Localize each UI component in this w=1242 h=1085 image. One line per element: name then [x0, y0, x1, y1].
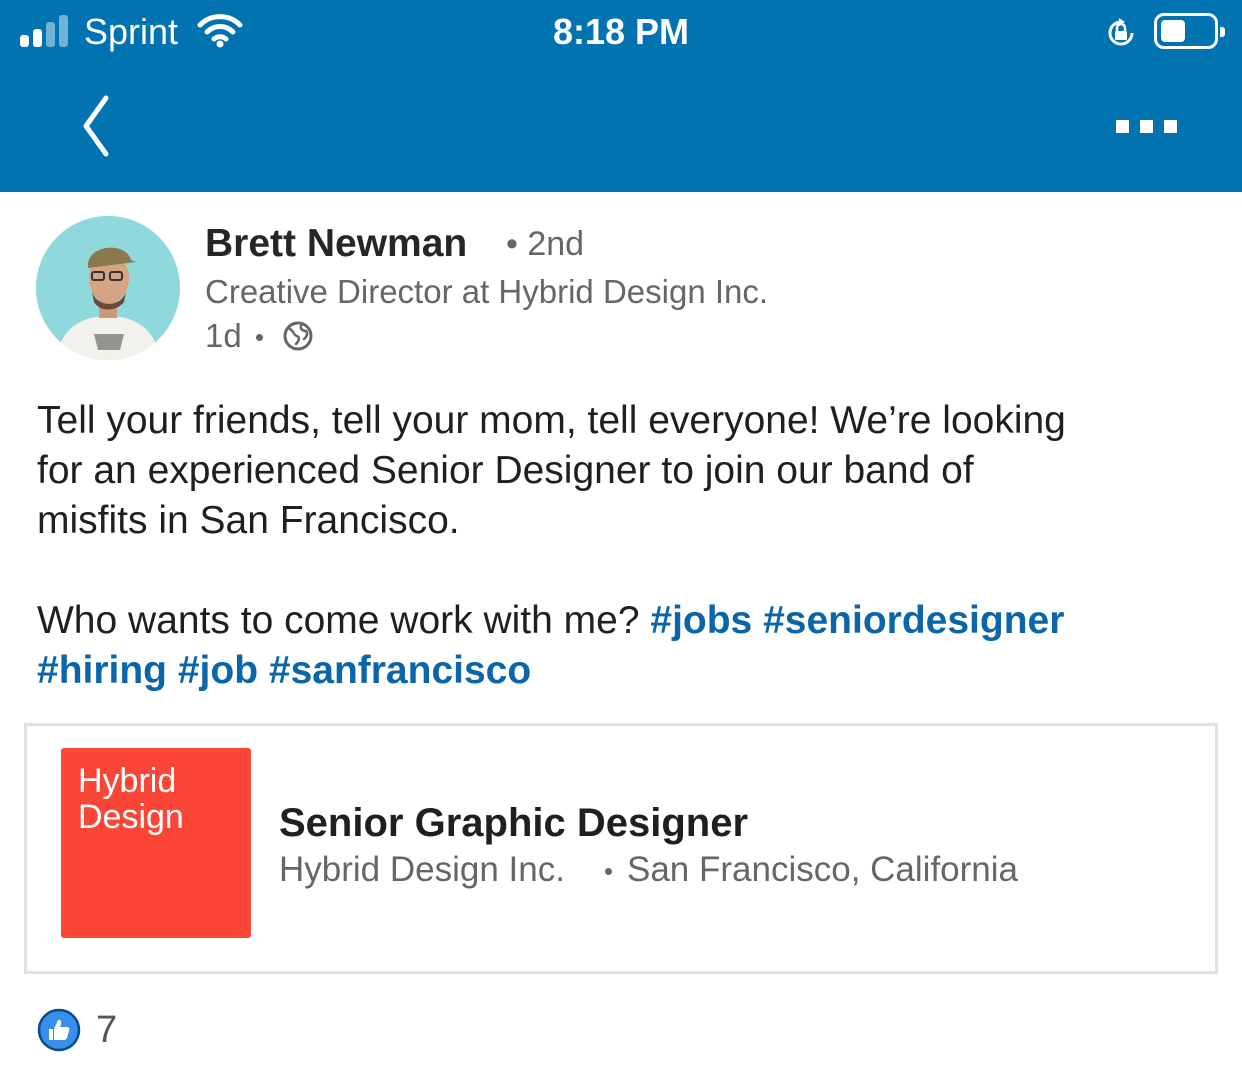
logo-text: Hybrid: [78, 762, 177, 800]
hashtag-link[interactable]: #job: [178, 649, 258, 692]
globe-icon: [283, 321, 313, 351]
hashtag-link[interactable]: #seniordesigner: [763, 599, 1064, 642]
post-text-line: Tell your friends, tell your mom, tell e…: [37, 399, 1066, 442]
company-logo: Hybrid Design: [61, 748, 251, 938]
more-options-icon: [1116, 120, 1129, 133]
back-button[interactable]: [74, 92, 122, 160]
chevron-left-icon: [83, 95, 109, 157]
post-text-line: for an experienced Senior Designer to jo…: [37, 449, 974, 492]
reaction-count[interactable]: 7: [96, 1008, 117, 1052]
status-bar: Sprint 8:18 PM: [0, 0, 1242, 64]
job-location: San Francisco, California: [627, 850, 1018, 889]
avatar[interactable]: [36, 216, 180, 360]
job-title: Senior Graphic Designer: [279, 801, 749, 845]
job-company: Hybrid Design Inc.: [279, 850, 565, 889]
like-icon[interactable]: [37, 1008, 81, 1052]
separator-dot: [256, 334, 263, 341]
post-text-line: Who wants to come work with me? #jobs #s…: [37, 596, 1217, 646]
separator-dot: [605, 868, 612, 875]
status-time: 8:18 PM: [552, 11, 690, 52]
app-header: Sprint 8:18 PM: [0, 0, 1242, 192]
post-time: 1d: [205, 317, 242, 354]
post-body: Tell your friends, tell your mom, tell e…: [37, 396, 1217, 696]
author-headline: Creative Director at Hybrid Design Inc.: [205, 273, 769, 310]
author-name[interactable]: Brett Newman: [205, 222, 467, 266]
post-text-line: #hiring #job #sanfrancisco: [37, 646, 1217, 696]
hashtag-link[interactable]: #sanfrancisco: [269, 649, 531, 692]
rotation-lock-icon: [1108, 18, 1134, 46]
battery-icon: [1154, 13, 1225, 49]
logo-text: Design: [78, 798, 184, 836]
job-card[interactable]: Hybrid Design Senior Graphic Designer Hy…: [24, 723, 1218, 974]
post-text-line: misfits in San Francisco.: [37, 499, 460, 542]
connection-degree: • 2nd: [506, 225, 585, 263]
hashtag-link[interactable]: #hiring: [37, 649, 167, 692]
more-options-button[interactable]: [1106, 108, 1186, 144]
hashtag-link[interactable]: #jobs: [650, 599, 752, 642]
post-question: Who wants to come work with me?: [37, 599, 640, 642]
